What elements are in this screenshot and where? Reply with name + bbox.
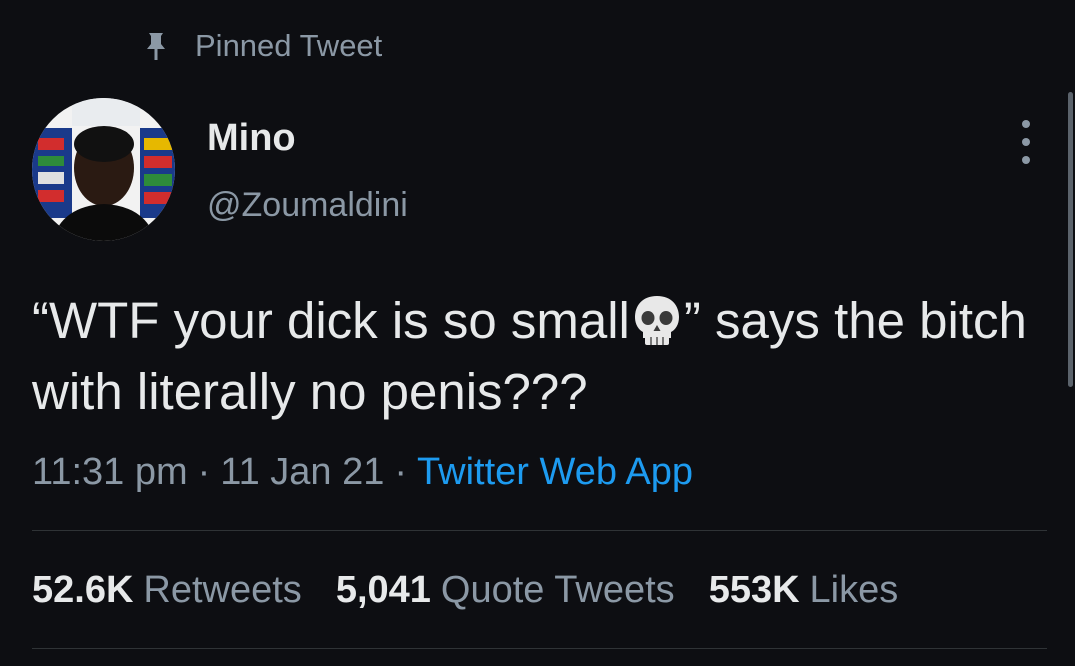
user-display-name[interactable]: Mino — [207, 116, 296, 160]
separator: · — [197, 451, 211, 493]
retweets-stat[interactable]: 52.6K Retweets — [32, 566, 302, 614]
tweet-text: “WTF your dick is so small ” says the bi… — [32, 285, 1032, 427]
retweets-count: 52.6K — [32, 569, 134, 611]
pinned-tweet-label: Pinned Tweet — [195, 28, 383, 63]
divider — [32, 530, 1047, 531]
tweet-text-part-1: “WTF your dick is so small — [32, 292, 630, 349]
tweet-date[interactable]: 11 Jan 21 — [220, 451, 384, 493]
likes-stat[interactable]: 553K Likes — [709, 566, 899, 614]
separator: · — [394, 451, 408, 493]
profile-photo — [32, 98, 175, 241]
pin-icon — [147, 33, 165, 60]
divider — [32, 648, 1047, 649]
likes-count: 553K — [708, 569, 800, 611]
likes-label: Likes — [809, 569, 899, 611]
more-options-icon[interactable] — [1012, 120, 1040, 164]
pinned-tweet-indicator: Pinned Tweet — [145, 26, 382, 66]
retweets-label: Retweets — [143, 569, 302, 611]
skull-emoji-icon — [634, 296, 679, 345]
tweet-metadata: 11:31 pm · 11 Jan 21 · Twitter Web App — [32, 448, 693, 496]
quote-tweets-count: 5,041 — [335, 569, 431, 611]
tweet-time[interactable]: 11:31 pm — [32, 451, 188, 493]
scrollbar[interactable] — [1068, 92, 1073, 387]
tweet-stats: 52.6K Retweets 5,041 Quote Tweets 553K Like… — [32, 566, 898, 614]
user-handle[interactable]: @Zoumaldini — [207, 183, 408, 227]
avatar[interactable] — [32, 98, 175, 241]
quote-tweets-stat[interactable]: 5,041 Quote Tweets — [336, 566, 675, 614]
tweet-source-link[interactable]: Twitter Web App — [417, 451, 693, 493]
quote-tweets-label: Quote Tweets — [440, 569, 675, 611]
